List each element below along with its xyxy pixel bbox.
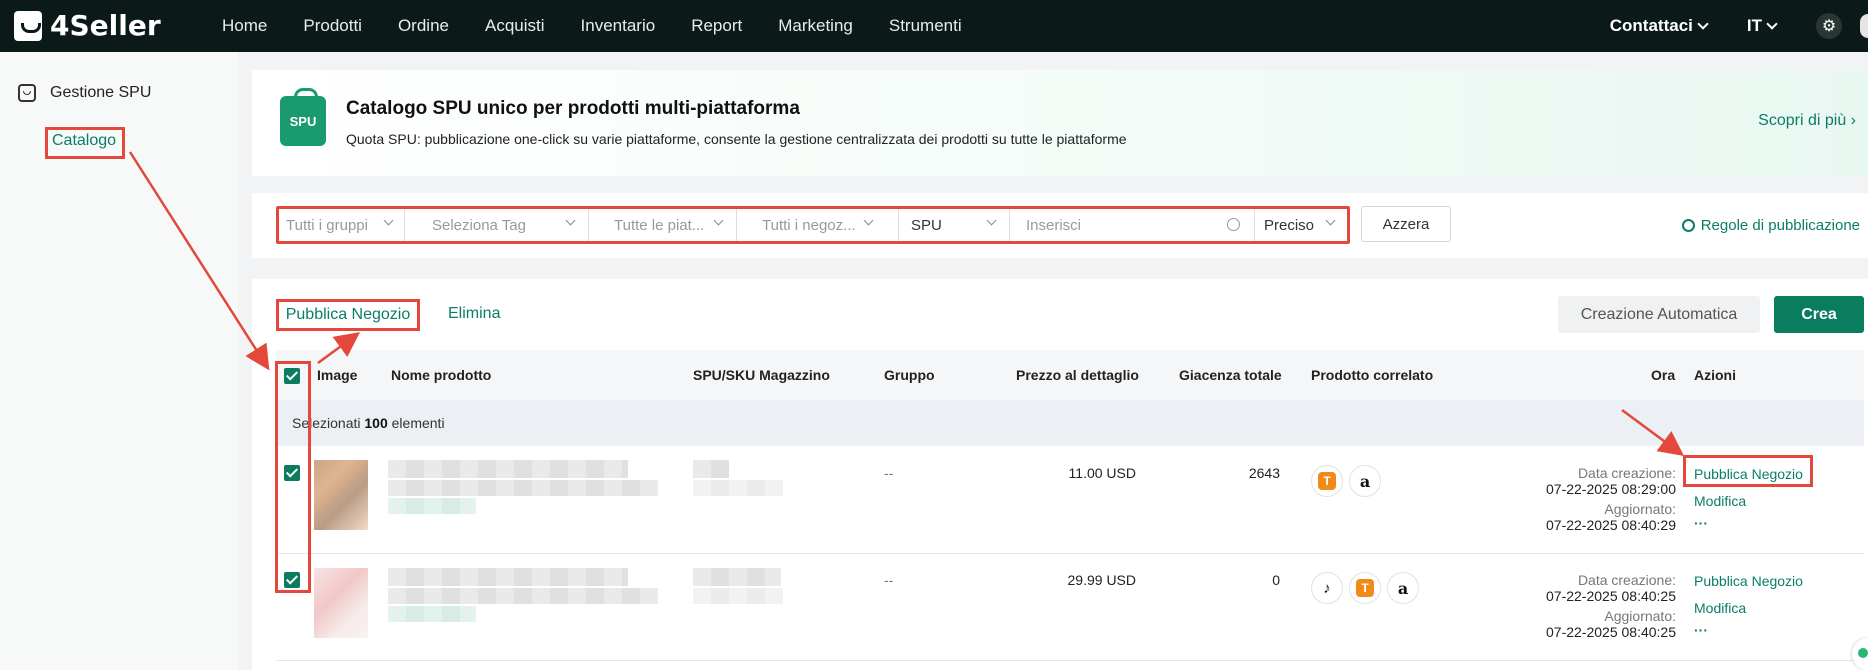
spu-bag-icon: SPU — [280, 88, 326, 146]
col-spu: SPU/SKU Magazzino — [693, 367, 830, 383]
row-action-highlight — [1683, 455, 1813, 487]
row-price: 11.00 USD — [1068, 465, 1136, 481]
app-logo[interactable]: 4Seller — [14, 9, 161, 42]
nav-home[interactable]: Home — [222, 16, 267, 36]
blurred-sku-tag — [388, 498, 476, 514]
col-actions: Azioni — [1694, 367, 1736, 383]
blurred-sku-code — [693, 480, 783, 496]
row-group: -- — [884, 465, 894, 481]
filter-highlight-box — [276, 206, 1350, 244]
row-updated: 07-22-2025 08:40:25 — [1546, 624, 1676, 640]
delete-button[interactable]: Elimina — [448, 305, 500, 323]
col-stock: Giacenza totale — [1179, 367, 1282, 383]
row-edit-link[interactable]: Modifica — [1694, 600, 1746, 616]
col-group: Gruppo — [884, 367, 935, 383]
row-created: 07-22-2025 08:40:25 — [1546, 588, 1676, 604]
temu-icon[interactable]: T — [1311, 465, 1343, 497]
row-created: 07-22-2025 08:29:00 — [1546, 481, 1676, 497]
col-related: Prodotto correlato — [1311, 367, 1434, 383]
nav-inventario[interactable]: Inventario — [581, 16, 656, 36]
top-nav-bar: 4Seller Home Prodotti Ordine Acquisti In… — [0, 0, 1868, 52]
blurred-product-name — [388, 480, 658, 496]
promo-banner — [252, 70, 1868, 176]
row-created-label: Data creazione: — [1577, 465, 1676, 481]
tiktok-icon[interactable]: ♪ — [1311, 572, 1343, 604]
row-updated: 07-22-2025 08:40:29 — [1546, 517, 1676, 533]
row-stock: 0 — [1272, 572, 1280, 588]
blurred-product-name — [388, 568, 628, 586]
selection-summary: Selezionati 100 elementi — [292, 415, 445, 431]
amazon-icon[interactable]: a — [1349, 465, 1381, 497]
nav-marketing[interactable]: Marketing — [778, 16, 853, 36]
sidebar-item-highlight — [45, 127, 125, 159]
col-time: Ora — [1651, 367, 1676, 383]
nav-acquisti[interactable]: Acquisti — [485, 16, 545, 36]
nav-prodotti[interactable]: Prodotti — [303, 16, 362, 36]
publish-rules-link[interactable]: Regole di pubblicazione — [1681, 217, 1860, 234]
row-divider — [276, 660, 1864, 661]
contact-dropdown[interactable]: Contattaci — [1609, 16, 1709, 36]
contact-label: Contattaci — [1609, 16, 1693, 35]
nav-report[interactable]: Report — [691, 16, 742, 36]
bag-icon — [18, 84, 36, 102]
avatar[interactable] — [1860, 14, 1868, 38]
gear-icon[interactable]: ⚙ — [1816, 13, 1842, 39]
product-thumbnail[interactable] — [314, 460, 368, 530]
chevron-down-icon — [1766, 18, 1778, 30]
learn-more-link[interactable]: Scopri di più › — [1758, 112, 1856, 130]
blurred-sku-code — [693, 588, 783, 604]
language-dropdown[interactable]: IT — [1746, 16, 1778, 36]
row-more-icon[interactable]: ··· — [1694, 515, 1708, 531]
auto-create-button[interactable]: Creazione Automatica — [1558, 296, 1760, 333]
create-button[interactable]: Crea — [1774, 296, 1864, 333]
row-stock: 2643 — [1248, 465, 1280, 481]
row-edit-link[interactable]: Modifica — [1694, 493, 1746, 509]
chevron-right-icon: › — [1850, 112, 1856, 129]
blurred-product-name — [388, 588, 658, 604]
amazon-icon[interactable]: a — [1387, 572, 1419, 604]
blurred-sku-tag — [388, 606, 476, 622]
selection-suffix: elementi — [391, 415, 445, 431]
gear-icon — [1681, 219, 1695, 232]
row-publish-link[interactable]: Pubblica Negozio — [1694, 573, 1803, 589]
nav-right-group: Contattaci IT ⚙ — [1610, 0, 1868, 52]
selection-bar — [276, 400, 1864, 446]
col-image: Image — [317, 367, 358, 383]
product-thumbnail[interactable] — [314, 568, 368, 638]
reset-button[interactable]: Azzera — [1361, 206, 1451, 242]
logo-text: 4Seller — [50, 9, 161, 42]
row-updated-label: Aggiornato: — [1604, 501, 1676, 517]
nav-strumenti[interactable]: Strumenti — [889, 16, 962, 36]
language-label: IT — [1746, 16, 1762, 35]
row-more-icon[interactable]: ··· — [1694, 622, 1708, 638]
row-updated-label: Aggiornato: — [1604, 608, 1676, 624]
row-price: 29.99 USD — [1067, 572, 1136, 588]
banner-title: Catalogo SPU unico per prodotti multi-pi… — [346, 98, 800, 119]
nav-ordine[interactable]: Ordine — [398, 16, 449, 36]
blurred-spu-code — [693, 568, 781, 586]
row-group: -- — [884, 572, 894, 588]
sidebar-section-label: Gestione SPU — [50, 84, 152, 101]
blurred-product-name — [388, 460, 628, 478]
publish-rules-label: Regole di pubblicazione — [1700, 217, 1860, 234]
sidebar-section-spu[interactable]: Gestione SPU — [18, 84, 151, 102]
temu-icon[interactable]: T — [1349, 572, 1381, 604]
blurred-spu-code — [693, 460, 729, 478]
row-divider — [276, 553, 1864, 554]
selection-count: 100 — [364, 415, 388, 431]
chevron-down-icon — [1697, 18, 1709, 30]
checkbox-column-highlight — [275, 361, 311, 593]
main-nav: Home Prodotti Ordine Acquisti Inventario… — [222, 0, 998, 52]
col-name: Nome prodotto — [391, 367, 492, 383]
publish-shop-button[interactable]: Pubblica Negozio — [276, 299, 420, 331]
banner-subtitle: Quota SPU: pubblicazione one-click su va… — [346, 131, 1127, 147]
col-price: Prezzo al dettaglio — [1016, 367, 1139, 383]
logo-bag-icon — [14, 10, 42, 41]
learn-more-label: Scopri di più — [1758, 112, 1847, 129]
row-created-label: Data creazione: — [1577, 572, 1676, 588]
